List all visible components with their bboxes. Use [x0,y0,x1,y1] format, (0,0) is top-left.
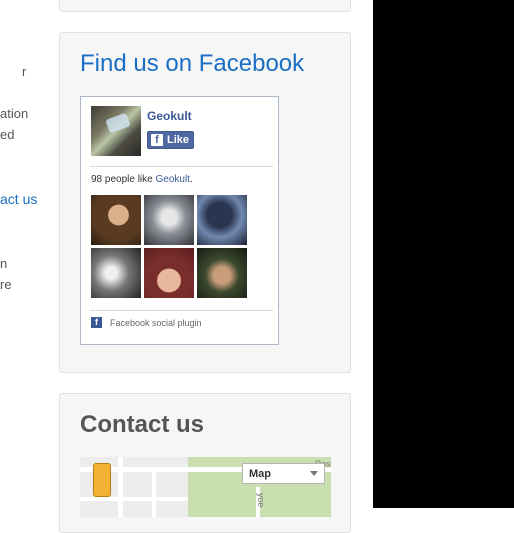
previous-widget-card [59,0,351,12]
like-button-label: Like [167,134,190,146]
page-name-link[interactable]: Geokult [147,109,192,123]
fan-avatar[interactable] [144,195,194,245]
divider [90,310,273,311]
map-type-select[interactable]: Map [242,463,325,484]
fan-avatar[interactable] [91,195,141,245]
page-cover-image[interactable] [91,106,141,156]
contact-widget-title: Contact us [80,411,205,438]
social-plugin-label: Facebook social plugin [110,318,202,328]
like-count-text: 98 people like Geokult. [91,174,193,185]
facebook-icon: f [151,134,163,146]
black-side-panel [373,0,514,508]
fan-avatar[interactable] [197,248,247,298]
fan-avatar[interactable] [197,195,247,245]
divider [90,166,273,167]
facebook-widget-card: Find us on Facebook Geokult f Like 98 pe… [59,32,351,373]
map-street-label: yoe [256,493,266,508]
fan-avatar[interactable] [144,248,194,298]
chevron-down-icon [310,471,318,476]
facebook-like-box: Geokult f Like 98 people like Geokult. f… [80,96,279,345]
left-text-fragment: n [0,256,8,271]
left-text-fragment: ed [0,127,15,142]
map-type-value: Map [249,468,271,480]
contact-widget-card: Contact us yoe Post Map [59,393,351,533]
street-view-pegman-icon[interactable] [93,463,111,497]
like-count-suffix: . [189,174,193,185]
left-text-fragment: r [22,64,27,79]
left-contact-link[interactable]: act us [0,191,37,207]
map-road [152,469,156,517]
map-road [118,457,123,517]
left-column-fragment: r ation ed act us n re [0,0,58,508]
page-name-link-inline[interactable]: Geokult [156,174,190,185]
facebook-icon: f [91,317,102,328]
left-text-fragment: re [0,277,12,292]
map-road [80,497,188,501]
like-count-prefix: 98 people like [91,174,156,185]
location-map[interactable]: yoe Post Map [80,457,331,517]
facebook-widget-title: Find us on Facebook [80,50,305,77]
left-text-fragment: ation [0,106,29,121]
fan-avatar[interactable] [91,248,141,298]
like-button[interactable]: f Like [147,131,194,149]
